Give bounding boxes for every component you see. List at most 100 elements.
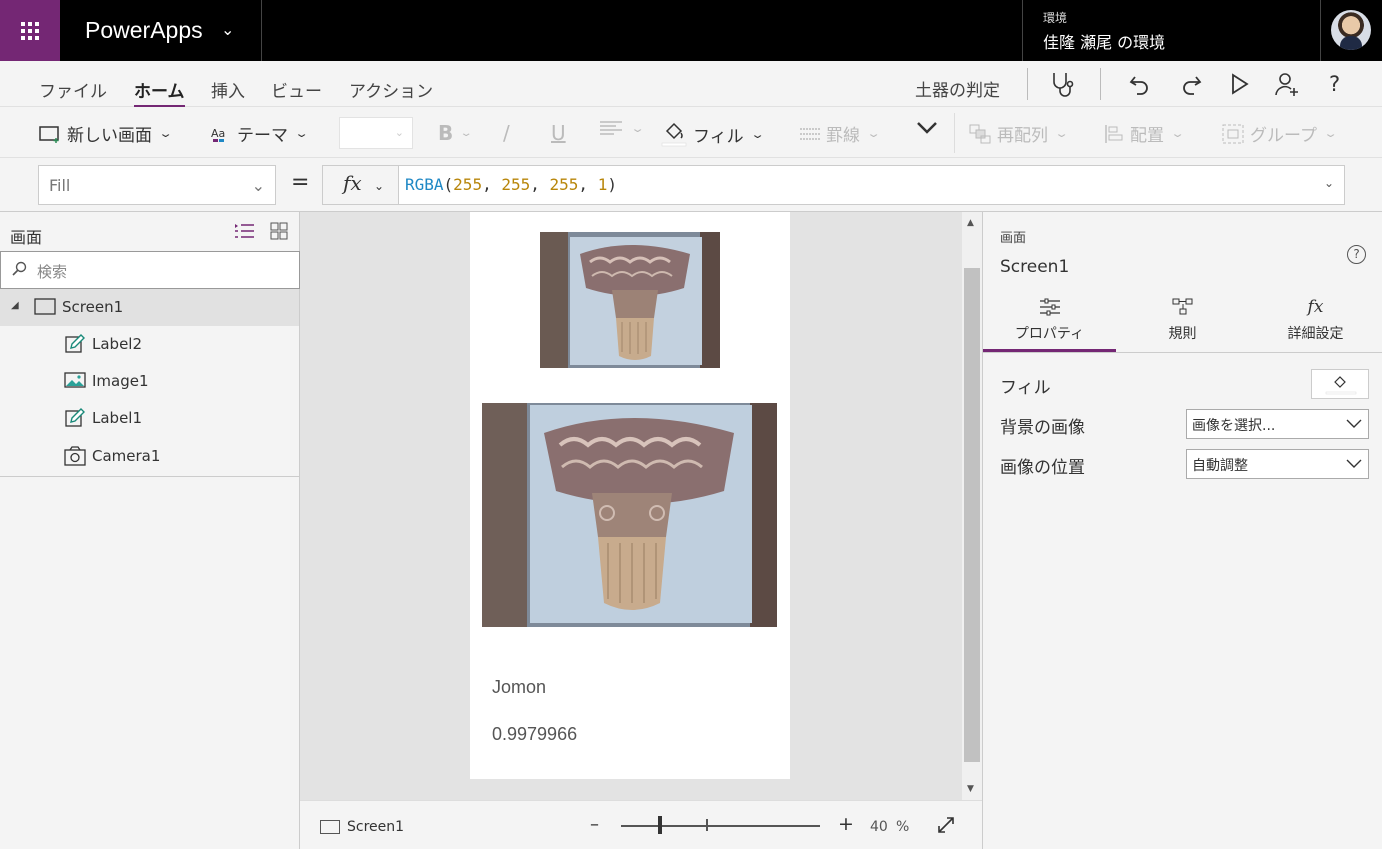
menu-bar: ファイル ホーム 挿入 ビュー アクション 土器の判定 ?: [0, 61, 1382, 108]
fx-icon: fx: [1307, 297, 1324, 317]
tree-item-label1[interactable]: Label1: [0, 400, 299, 437]
zoom-out-button[interactable]: –: [590, 814, 599, 835]
environment-picker[interactable]: 環境 佳隆 瀬尾 の環境: [1043, 9, 1165, 53]
image-position-select[interactable]: 自動調整: [1186, 449, 1369, 479]
captured-image[interactable]: [482, 403, 777, 627]
zoom-value: 40: [870, 819, 888, 835]
group-icon: [1222, 124, 1244, 143]
scroll-up-icon[interactable]: ▲: [967, 218, 974, 228]
tree-item-camera1[interactable]: Camera1: [0, 438, 299, 475]
font-size-select[interactable]: ⌄: [339, 117, 413, 149]
chevron-down-icon: ⌄: [459, 127, 474, 139]
tab-home[interactable]: ホーム: [134, 77, 185, 108]
svg-text:?: ?: [1329, 72, 1340, 96]
italic-button[interactable]: /: [503, 121, 510, 145]
app-checker-icon[interactable]: [1048, 70, 1078, 98]
chevron-down-icon: ⌄: [1054, 127, 1069, 140]
border-icon: [800, 127, 820, 140]
tree-item-image1[interactable]: Image1: [0, 363, 299, 400]
underline-button[interactable]: U: [551, 121, 566, 145]
label-prediction-score[interactable]: 0.9979966: [492, 724, 577, 745]
tab-properties[interactable]: プロパティ: [983, 296, 1116, 352]
divider: [1320, 0, 1321, 61]
scrollbar-thumb[interactable]: [964, 268, 980, 762]
app-name[interactable]: PowerApps: [85, 17, 203, 44]
pottery-photo-image: [482, 403, 777, 627]
tree-item-screen1[interactable]: ◢ Screen1: [0, 289, 299, 326]
chevron-down-icon[interactable]: ⌄: [221, 20, 234, 39]
panel-title: 画面: [10, 228, 43, 247]
formula-function: RGBA: [405, 175, 444, 194]
zoom-in-button[interactable]: +: [838, 813, 854, 835]
search-icon: [12, 261, 27, 276]
label-icon: [65, 408, 85, 427]
paint-bucket-icon: [661, 122, 687, 147]
redo-icon[interactable]: [1175, 70, 1205, 98]
group-button[interactable]: グループ ⌄: [1222, 121, 1338, 146]
screen-icon: [34, 298, 56, 315]
tab-rules[interactable]: 規則: [1116, 296, 1249, 352]
chevron-down-icon: ⌄: [373, 179, 384, 193]
tab-action[interactable]: アクション: [349, 77, 433, 102]
formula-bar: Fill ⌄ = fx ⌄ RGBA(255, 255, 255, 1) ⌄: [0, 158, 1382, 212]
reorder-label: 再配列: [997, 126, 1048, 146]
tab-view[interactable]: ビュー: [271, 77, 322, 102]
canvas-scrollbar[interactable]: ▲ ▼: [962, 212, 982, 800]
thumbnail-view-icon[interactable]: [270, 222, 288, 240]
selected-control-type: 画面: [1000, 231, 1027, 246]
formula-input[interactable]: RGBA(255, 255, 255, 1) ⌄: [398, 165, 1345, 205]
top-bar: PowerApps ⌄ 環境 佳隆 瀬尾 の環境: [0, 0, 1382, 61]
tab-insert[interactable]: 挿入: [211, 77, 245, 102]
fill-button[interactable]: フィル ⌄: [661, 121, 765, 147]
undo-icon[interactable]: [1126, 70, 1156, 98]
zoom-unit: %: [896, 819, 910, 835]
collapse-arrow-icon[interactable]: ◢: [11, 300, 19, 311]
align-button[interactable]: 配置 ⌄: [1104, 121, 1185, 146]
bg-image-select[interactable]: 画像を選択...: [1186, 409, 1369, 439]
app-launcher-button[interactable]: [0, 0, 60, 61]
chevron-down-icon[interactable]: ⌄: [1324, 176, 1334, 190]
help-icon[interactable]: ?: [1320, 70, 1350, 98]
property-select[interactable]: Fill ⌄: [38, 165, 276, 205]
play-icon[interactable]: [1224, 70, 1254, 98]
screen-icon: [320, 820, 340, 834]
formula-arg: 255: [549, 175, 579, 194]
share-user-icon[interactable]: [1272, 70, 1302, 98]
tree-item-label2[interactable]: Label2: [0, 326, 299, 363]
fill-color-picker[interactable]: [1311, 369, 1369, 399]
function-button[interactable]: fx ⌄: [322, 165, 399, 205]
chevron-down-icon: ⌄: [866, 127, 881, 140]
tab-file[interactable]: ファイル: [39, 77, 107, 102]
new-screen-button[interactable]: 新しい画面 ⌄: [39, 121, 173, 146]
bg-image-label: 背景の画像: [1000, 418, 1085, 438]
tab-advanced[interactable]: fx 詳細設定: [1249, 296, 1382, 352]
help-icon[interactable]: ?: [1347, 245, 1366, 264]
label-prediction-class[interactable]: Jomon: [492, 677, 546, 698]
divider: [954, 113, 955, 153]
sliders-icon: [1039, 298, 1060, 316]
pottery-photo-image: [540, 232, 720, 368]
current-screen-indicator[interactable]: Screen1: [320, 819, 404, 835]
zoom-slider[interactable]: [621, 825, 820, 827]
border-button[interactable]: 罫線 ⌄: [800, 121, 881, 146]
fit-to-window-icon[interactable]: [936, 815, 956, 835]
text-align-button[interactable]: ⌄: [600, 121, 645, 135]
ribbon-expand-button[interactable]: [916, 121, 938, 135]
chevron-down-icon: ⌄: [394, 126, 404, 139]
camera-preview[interactable]: [540, 232, 720, 368]
zoom-slider-tick: [706, 819, 708, 831]
app-screen[interactable]: Jomon 0.9979966: [470, 212, 790, 779]
app-title[interactable]: 土器の判定: [915, 76, 1000, 101]
search-input[interactable]: 検索: [0, 251, 300, 289]
reorder-button[interactable]: 再配列 ⌄: [969, 121, 1069, 146]
selected-control-name[interactable]: Screen1: [1000, 257, 1069, 277]
scroll-down-icon[interactable]: ▼: [967, 784, 974, 794]
tree-view-icon[interactable]: [233, 222, 255, 240]
avatar[interactable]: [1331, 10, 1371, 50]
chevron-down-icon: ⌄: [1170, 127, 1185, 140]
bold-button[interactable]: B ⌄: [438, 121, 474, 145]
equals-sign: =: [291, 170, 310, 195]
zoom-slider-thumb[interactable]: [658, 816, 662, 834]
italic-label: /: [503, 121, 510, 145]
theme-button[interactable]: Aa テーマ ⌄: [211, 121, 309, 146]
